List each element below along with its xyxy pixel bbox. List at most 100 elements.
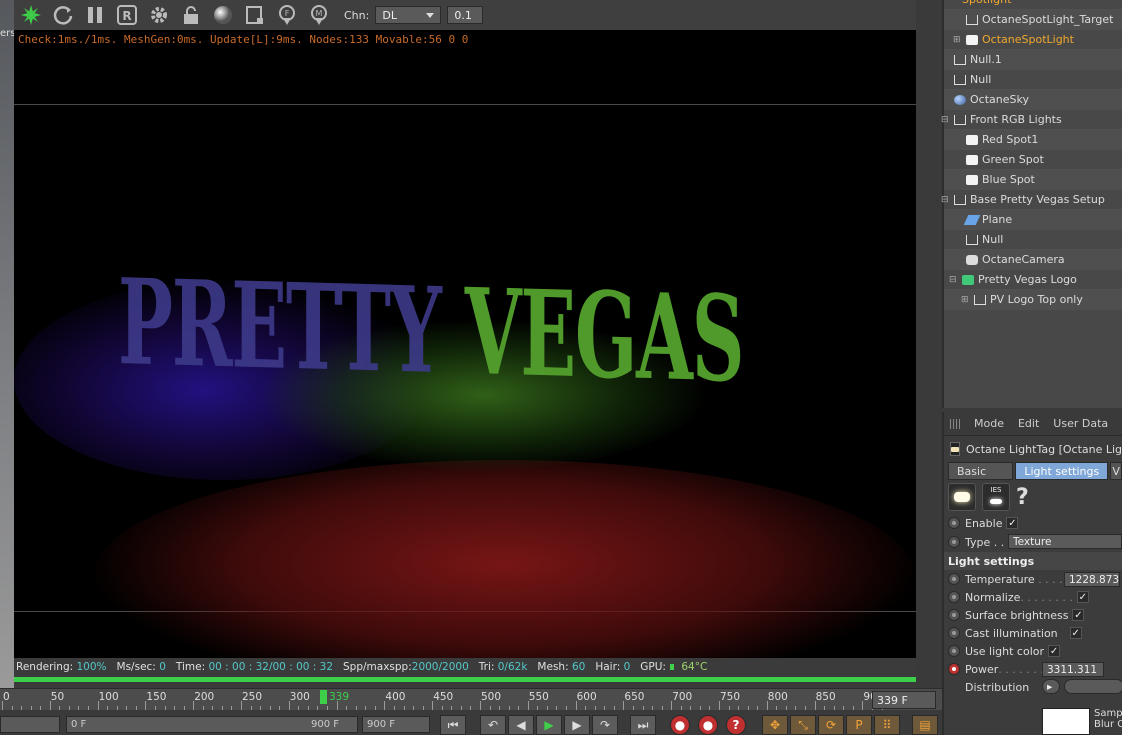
ies-preview-button[interactable]: IES — [982, 483, 1010, 511]
channel-select[interactable]: DL — [375, 6, 442, 24]
menu-edit[interactable]: Edit — [1018, 417, 1039, 430]
timeline-tick — [747, 706, 749, 710]
settings-icon[interactable] — [146, 2, 172, 28]
object-row[interactable]: Null — [944, 70, 1122, 90]
cast-checkbox[interactable]: ✓ — [1069, 627, 1082, 639]
timeline-playhead[interactable] — [320, 690, 327, 704]
end-frame-value: 900 F — [367, 719, 396, 730]
tab-basic[interactable]: Basic — [948, 462, 1014, 480]
object-row[interactable]: Null.1 — [944, 50, 1122, 70]
temperature-anim-icon[interactable] — [948, 573, 960, 585]
end-frame-field[interactable]: 900 F — [362, 716, 430, 733]
render-viewport[interactable]: Check:1ms./1ms. MeshGen:0ms. Update[L]:9… — [14, 30, 916, 658]
transport-bar: 0 F 900 F 900 F ⏮ ↶ ◀ ▶ ▶ ↷ ⏭ ● ● ? ✥ ⤡ ⟳… — [0, 714, 942, 735]
tab-v[interactable]: V — [1110, 462, 1122, 480]
object-row[interactable]: ⊞ OctaneSpotLight — [944, 30, 1122, 50]
grip-icon[interactable] — [950, 418, 960, 429]
octane-logo-icon[interactable] — [18, 2, 44, 28]
render-region-icon[interactable]: R — [114, 2, 140, 28]
power-field[interactable]: 3311.311 — [1042, 662, 1104, 677]
refresh-icon[interactable] — [50, 2, 76, 28]
prev-key-button[interactable]: ↶ — [480, 715, 506, 735]
move-key-button[interactable]: ✥ — [762, 715, 788, 735]
object-label: Null.1 — [970, 53, 1002, 66]
timeline-tick — [422, 706, 424, 710]
film-icon[interactable]: ▤ — [912, 715, 938, 735]
object-row[interactable]: ⊟ Base Pretty Vegas Setup — [941, 190, 1122, 210]
light-settings-section: Light settings — [944, 552, 1122, 570]
menu-user-data[interactable]: User Data — [1053, 417, 1108, 430]
next-frame-button[interactable]: ▶ — [564, 715, 590, 735]
pla-key-button[interactable]: ⠿ — [874, 715, 900, 735]
param-key-button[interactable]: P — [846, 715, 872, 735]
normalize-checkbox[interactable]: ✓ — [1076, 591, 1089, 603]
zoom-stepper[interactable]: 0.1 — [447, 6, 484, 24]
play-button[interactable]: ▶ — [536, 715, 562, 735]
object-row[interactable]: Red Spot1 — [944, 130, 1122, 150]
power-row: Power. . . . . . . 3311.311 — [944, 660, 1122, 678]
timeline-tick — [183, 706, 185, 710]
object-row[interactable]: Null — [944, 230, 1122, 250]
usecolor-anim-icon[interactable] — [948, 645, 960, 657]
object-row[interactable]: ⊟ Front RGB Lights — [941, 110, 1122, 130]
type-anim-icon[interactable] — [948, 536, 960, 548]
frame-range-slider[interactable]: 0 F 900 F — [66, 716, 358, 733]
tree-expander-icon[interactable]: ⊟ — [949, 275, 957, 285]
start-frame-field[interactable] — [0, 716, 60, 733]
keyframe-selection-button[interactable]: ? — [726, 715, 746, 735]
autokey-button[interactable]: ● — [698, 715, 718, 735]
go-to-end-button[interactable]: ⏭ — [630, 715, 656, 735]
object-row[interactable]: Plane — [944, 210, 1122, 230]
cast-anim-icon[interactable] — [948, 627, 960, 639]
tree-expander-icon[interactable]: ⊞ — [961, 295, 969, 305]
enable-anim-icon[interactable] — [948, 517, 960, 529]
usecolor-checkbox[interactable]: ✓ — [1048, 645, 1061, 657]
type-select[interactable]: Texture — [1008, 534, 1122, 549]
record-keys-button[interactable]: ● — [670, 715, 690, 735]
menu-mode[interactable]: Mode — [974, 417, 1004, 430]
distribution-arrow-button[interactable]: ▸ — [1042, 679, 1060, 694]
lock-icon[interactable] — [178, 2, 204, 28]
normalize-anim-icon[interactable] — [948, 591, 960, 603]
object-row[interactable]: Spotlight — [944, 0, 1122, 10]
object-row[interactable]: Blue Spot — [944, 170, 1122, 190]
surface-checkbox[interactable]: ✓ — [1072, 609, 1085, 621]
tab-light-settings[interactable]: Light settings — [1015, 462, 1109, 480]
enable-checkbox[interactable]: ✓ — [1006, 517, 1019, 529]
object-label: Green Spot — [982, 153, 1044, 166]
timeline-ruler[interactable]: 0 50 100 150 200 250 300 400 450 500 550 600 650 700 7… — [0, 688, 942, 710]
object-row[interactable]: OctaneCamera — [944, 250, 1122, 270]
object-row[interactable]: OctaneSpotLight_Target — [944, 10, 1122, 30]
temperature-field[interactable]: 1228.873 — [1064, 572, 1120, 587]
next-key-button[interactable]: ↷ — [592, 715, 618, 735]
surface-label: Surface brightness — [965, 608, 1069, 622]
object-row[interactable]: Green Spot — [944, 150, 1122, 170]
go-to-start-button[interactable]: ⏮ — [440, 715, 466, 735]
tree-expander-icon[interactable]: ⊟ — [941, 195, 949, 205]
scale-key-button[interactable]: ⤡ — [790, 715, 816, 735]
object-row[interactable]: ⊟ Pretty Vegas Logo — [944, 270, 1122, 290]
object-label: Null — [970, 73, 992, 86]
distribution-preview-swatch[interactable] — [1042, 708, 1090, 735]
help-icon[interactable]: ? — [1016, 485, 1029, 510]
frame-icon[interactable] — [242, 2, 268, 28]
timeline-tick — [833, 706, 835, 710]
tree-expander-icon[interactable]: ⊞ — [953, 35, 961, 45]
current-frame-field[interactable]: 339 F — [872, 691, 936, 709]
tree-expander-icon[interactable]: ⊟ — [941, 115, 949, 125]
power-anim-icon[interactable] — [948, 663, 960, 675]
pin-m-icon[interactable]: M — [306, 2, 332, 28]
attr-title-bar: Octane LightTag [Octane Ligh — [944, 436, 1122, 462]
timeline-tick — [575, 701, 577, 710]
pause-icon[interactable] — [82, 2, 108, 28]
object-row[interactable]: OctaneSky — [944, 90, 1122, 110]
distribution-texture-slot[interactable] — [1064, 679, 1122, 694]
pretty-vegas-logo: PRETTY VEGAS — [118, 252, 743, 409]
pin-f-icon[interactable]: F — [274, 2, 300, 28]
surface-anim-icon[interactable] — [948, 609, 960, 621]
rotate-key-button[interactable]: ⟳ — [818, 715, 844, 735]
prev-frame-button[interactable]: ◀ — [508, 715, 534, 735]
material-sphere-icon[interactable] — [210, 2, 236, 28]
light-preview-button[interactable] — [948, 483, 976, 511]
object-row[interactable]: ⊞ PV Logo Top only — [944, 290, 1122, 310]
